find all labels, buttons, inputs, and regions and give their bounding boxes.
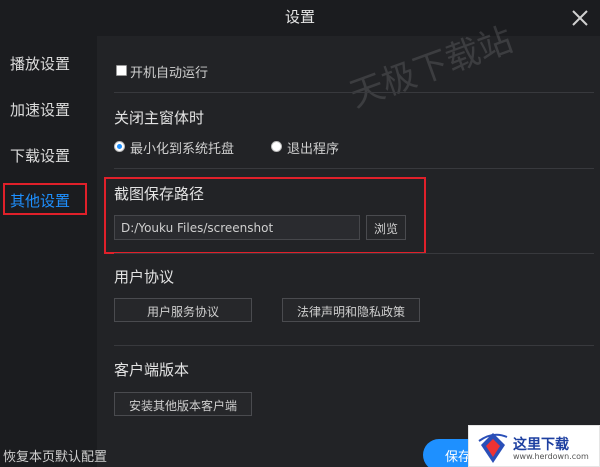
user-agreement-title: 用户协议 [114,268,175,286]
logo-icon [478,433,508,463]
legal-privacy-button[interactable]: 法律声明和隐私政策 [282,298,420,322]
title-bar: 设置 [0,0,600,36]
divider [114,92,594,93]
client-version-title: 客户端版本 [114,361,190,379]
site-logo: 这里下载 www.herdown.com [468,425,600,467]
sidebar-item-playback[interactable]: 播放设置 [10,53,70,74]
divider [114,345,594,346]
screenshot-path-input[interactable] [114,215,360,240]
install-other-version-button[interactable]: 安装其他版本客户端 [114,392,252,416]
screenshot-path-title: 截图保存路径 [114,185,205,203]
user-service-agreement-button[interactable]: 用户服务协议 [114,298,252,322]
restore-default-link[interactable]: 恢复本页默认配置 [3,446,107,465]
autostart-label: 开机自动运行 [130,66,209,81]
minimize-tray-radio[interactable] [114,141,125,152]
minimize-tray-label: 最小化到系统托盘 [130,142,235,157]
autostart-checkbox[interactable] [116,65,127,76]
sidebar-item-acceleration[interactable]: 加速设置 [10,99,70,120]
window-title: 设置 [284,8,315,26]
divider [114,168,594,169]
close-button[interactable] [568,6,592,30]
sidebar-item-download[interactable]: 下载设置 [10,145,70,166]
divider [114,253,594,254]
active-item-highlight [3,183,87,215]
logo-url: www.herdown.com [513,452,589,461]
logo-text: 这里下载 [513,437,569,453]
close-window-title: 关闭主窗体时 [114,109,205,127]
exit-program-label: 退出程序 [287,142,340,157]
browse-button[interactable]: 浏览 [366,215,406,240]
exit-program-radio[interactable] [271,141,282,152]
close-icon [572,10,588,26]
